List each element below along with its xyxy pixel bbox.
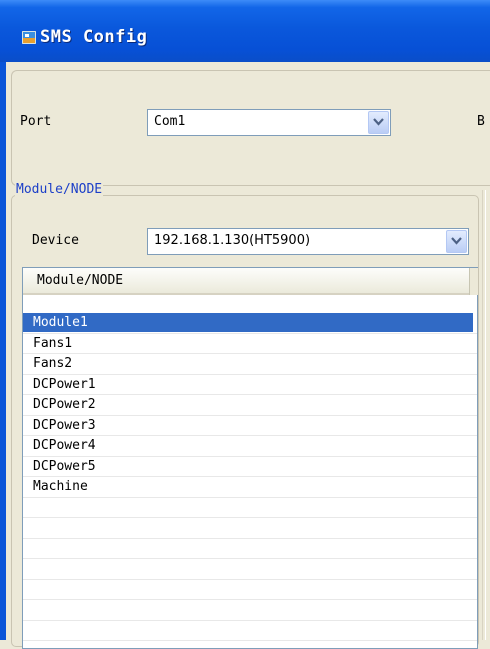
list-item-label: Machine [33,479,88,494]
list-item[interactable]: Fans2 [23,354,477,375]
list-item-label: Fans2 [33,356,73,371]
window-frame-left [0,62,6,640]
list-item [23,621,477,641]
panel-splitter[interactable] [482,190,486,640]
list-item[interactable]: DCPower2 [23,395,477,416]
list-item [23,600,477,621]
chevron-down-icon [451,237,462,245]
selection-highlight [23,313,473,332]
module-node-group-legend: Module/NODE [15,182,104,197]
list-item-label: Module1 [33,315,88,330]
list-item-label: DCPower5 [33,458,96,474]
list-item [23,498,477,518]
device-label: Device [32,233,79,248]
device-dropdown-button[interactable] [446,230,467,253]
list-item [23,580,477,600]
window-title: SMS Config [40,27,148,47]
list-item[interactable]: Machine [23,477,477,498]
list-item [23,559,477,580]
device-select-value: 192.168.1.130(HT5900) [154,233,311,248]
port-select-value: Com1 [154,114,186,129]
list-item[interactable]: Module1 [23,313,477,334]
list-item[interactable]: DCPower4 [23,436,477,457]
list-item-label: DCPower2 [33,397,96,412]
list-rows: Module1 Fans1 Fans2 DCPower1 DCPower2 DCPower… [23,313,477,641]
list-item-label: Fans1 [33,335,73,351]
module-list[interactable]: Module/NODE Module1 Fans1 Fans2 DCPower1 DCP… [22,267,478,649]
port-select[interactable]: Com1 [147,109,391,136]
list-item[interactable]: Fans1 [23,334,477,354]
list-item[interactable]: DCPower3 [23,416,477,436]
list-item-label: DCPower1 [33,376,96,392]
port-dropdown-button[interactable] [368,111,389,134]
device-select[interactable]: 192.168.1.130(HT5900) [147,228,469,255]
list-header-end [469,268,478,295]
truncated-label: B [477,114,485,129]
app-icon [22,31,36,44]
list-column-header-label: Module/NODE [37,273,124,288]
chevron-down-icon [373,118,384,126]
list-column-header[interactable]: Module/NODE [23,268,469,295]
list-item[interactable]: DCPower5 [23,457,477,477]
list-item-label: DCPower3 [33,417,96,433]
port-label: Port [20,114,52,129]
list-item-label: DCPower4 [33,438,96,453]
list-item [23,518,477,539]
title-bar[interactable]: SMS Config [0,0,490,62]
list-item[interactable]: DCPower1 [23,375,477,395]
list-item [23,539,477,559]
